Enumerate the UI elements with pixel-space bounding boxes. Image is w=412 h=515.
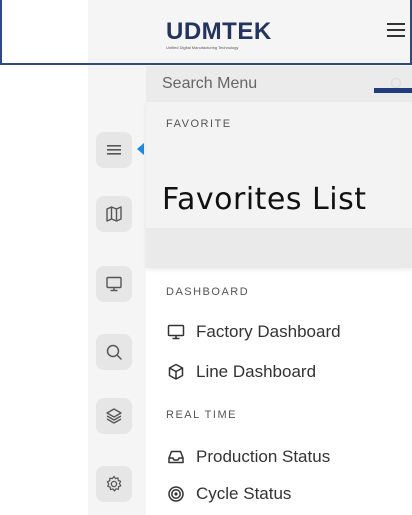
menu-item-label: Production Status (196, 447, 331, 466)
search-bar (146, 66, 412, 102)
rail-list-button[interactable] (96, 132, 132, 168)
cube-icon (168, 363, 184, 380)
map-icon (106, 206, 122, 222)
rail-layers-button[interactable] (96, 398, 132, 434)
list-icon (107, 145, 121, 155)
monitor-icon (167, 324, 185, 340)
favorite-band (146, 228, 412, 268)
realtime-header: REAL TIME (166, 409, 237, 421)
menu-item-line-dashboard[interactable]: Line Dashboard (166, 360, 316, 384)
favorite-section: FAVORITE Favorites List (146, 102, 412, 268)
favorite-header: FAVORITE (166, 118, 232, 130)
search-icon (106, 344, 122, 360)
dashboard-header: DASHBOARD (166, 286, 250, 298)
menu-item-cycle-status[interactable]: Cycle Status (166, 482, 291, 506)
active-pointer (137, 143, 144, 155)
menu-item-label: Cycle Status (196, 484, 292, 503)
menu-item-production-status[interactable]: Production Status (166, 445, 330, 469)
favorites-list-title: Favorites List (162, 182, 367, 217)
udmtek-logo[interactable]: UDMTEK Unified Digital Manufacturing Tec… (166, 18, 272, 52)
rail-settings-button[interactable] (96, 466, 132, 502)
hamburger-menu-icon[interactable] (384, 18, 408, 42)
rail-map-button[interactable] (96, 196, 132, 232)
menu-item-label: Factory Dashboard (196, 322, 341, 341)
menu-item-factory-dashboard[interactable]: Factory Dashboard (166, 320, 341, 344)
search-input[interactable] (146, 75, 382, 93)
logo-subtitle: Unified Digital Manufacturing Technology (166, 45, 239, 50)
monitor-icon (106, 276, 122, 292)
inbox-icon (168, 450, 184, 464)
menu-item-label: Line Dashboard (196, 362, 317, 381)
layers-icon (106, 408, 122, 424)
gear-icon (106, 475, 122, 492)
top-header: UDMTEK Unified Digital Manufacturing Tec… (88, 0, 412, 66)
icon-rail (88, 66, 146, 515)
target-icon (168, 486, 184, 502)
logo-text: UDMTEK (166, 18, 272, 45)
rail-monitor-button[interactable] (96, 266, 132, 302)
rail-search-button[interactable] (96, 334, 132, 370)
frame-accent-bar (374, 88, 412, 93)
